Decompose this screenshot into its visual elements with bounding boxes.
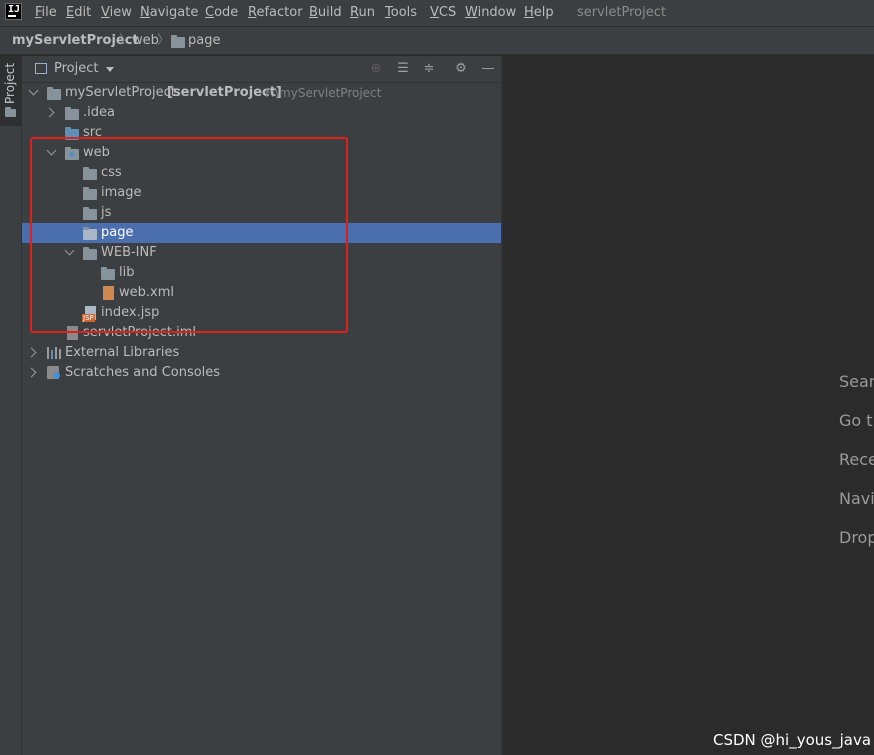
menu-window[interactable]: Window bbox=[465, 4, 516, 22]
tool-window-stripe bbox=[0, 56, 22, 755]
hint-recent: Rece bbox=[839, 450, 874, 469]
breadcrumb-separator-icon: 〉 bbox=[157, 33, 171, 48]
tree-item-scratches[interactable]: Scratches and Consoles bbox=[22, 363, 501, 383]
collapse-all-icon[interactable]: ≑ bbox=[421, 61, 437, 77]
breadcrumb-page[interactable]: page bbox=[188, 32, 220, 50]
hint-goto: Go t bbox=[839, 411, 873, 430]
menu-code[interactable]: Code bbox=[205, 4, 238, 22]
editor-empty-area bbox=[503, 56, 874, 755]
watermark: CSDN @hi_yous_java bbox=[713, 731, 872, 749]
menu-edit[interactable]: Edit bbox=[66, 4, 91, 22]
locate-icon[interactable]: ⊕ bbox=[368, 61, 384, 77]
breadcrumb-separator-icon: 〉 bbox=[119, 33, 133, 48]
module-folder-icon bbox=[47, 87, 61, 100]
menu-run[interactable]: Run bbox=[350, 4, 375, 22]
project-view-icon bbox=[35, 63, 47, 74]
folder-icon bbox=[5, 107, 16, 117]
hint-search: Sear bbox=[839, 372, 874, 391]
tree-label: External Libraries bbox=[65, 345, 180, 360]
highlight-annotation-box bbox=[30, 137, 348, 333]
scratches-badge-icon bbox=[53, 372, 60, 379]
tree-item-idea[interactable]: .idea bbox=[22, 103, 501, 123]
hint-navigation: Navi bbox=[839, 489, 874, 508]
chevron-right-icon[interactable] bbox=[26, 367, 37, 378]
tree-item-external-libraries[interactable]: External Libraries bbox=[22, 343, 501, 363]
project-view-selector[interactable]: Project bbox=[54, 61, 98, 77]
tree-item-root[interactable]: myServletProject [servletProject] F:\myS… bbox=[22, 83, 501, 103]
chevron-right-icon[interactable] bbox=[44, 107, 55, 118]
menu-file[interactable]: File bbox=[35, 4, 57, 22]
tree-root-name: myServletProject bbox=[65, 85, 176, 100]
tree-label: Scratches and Consoles bbox=[65, 365, 221, 380]
breadcrumb-web[interactable]: web bbox=[132, 32, 159, 50]
folder-icon bbox=[171, 35, 185, 48]
chevron-right-icon[interactable] bbox=[26, 347, 37, 358]
menu-navigate[interactable]: Navigate bbox=[140, 4, 198, 22]
gear-icon[interactable]: ⚙ bbox=[453, 61, 469, 77]
expand-all-icon[interactable]: ☰ bbox=[395, 61, 411, 77]
minimize-icon[interactable]: — bbox=[480, 61, 496, 77]
folder-icon bbox=[65, 107, 79, 120]
intellij-logo-icon[interactable]: IJ bbox=[5, 3, 22, 20]
chevron-down-icon[interactable] bbox=[28, 85, 39, 96]
menu-build[interactable]: Build bbox=[309, 4, 342, 22]
hint-drop: Drop bbox=[839, 528, 874, 547]
menu-help[interactable]: Help bbox=[524, 4, 554, 22]
tree-label: .idea bbox=[83, 105, 115, 120]
window-title: servletProject bbox=[577, 5, 666, 20]
tree-root-path: F:\myServletProject bbox=[265, 86, 382, 100]
menu-vcs[interactable]: VCS bbox=[430, 4, 456, 22]
menu-view[interactable]: View bbox=[101, 4, 132, 22]
project-tool-label[interactable]: Project bbox=[3, 60, 17, 104]
chevron-down-icon[interactable] bbox=[106, 67, 114, 72]
library-icon bbox=[47, 347, 61, 359]
menu-refactor[interactable]: Refactor bbox=[248, 4, 303, 22]
menu-tools[interactable]: Tools bbox=[385, 4, 417, 22]
